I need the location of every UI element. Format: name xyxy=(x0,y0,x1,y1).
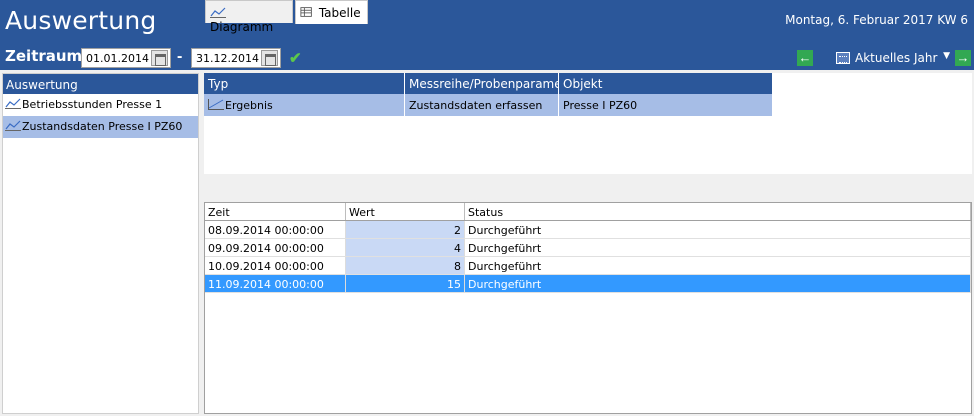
column-header-messreihe[interactable]: Messreihe/Probenparame... xyxy=(405,73,559,94)
cell-status: Durchgeführt xyxy=(465,221,971,238)
cell-wert: 2 xyxy=(346,221,465,238)
sidebar-item-zustandsdaten[interactable]: Zustandsdaten Presse I PZ60 xyxy=(3,116,198,138)
column-header-status[interactable]: Status xyxy=(465,203,971,220)
header-bar: Auswertung Montag, 6. Februar 2017 KW 6 … xyxy=(0,0,974,70)
cell-status: Durchgeführt xyxy=(465,239,971,256)
grid-cell-messreihe: Zustandsdaten erfassen xyxy=(405,94,559,116)
sidebar-item-betriebsstunden[interactable]: Betriebsstunden Presse 1 xyxy=(3,94,198,116)
table-row[interactable]: 08.09.2014 00:00:00 2 Durchgeführt xyxy=(205,221,971,239)
zeitraum-label: Zeitraum xyxy=(5,47,83,65)
cell-wert: 15 xyxy=(346,275,465,292)
sidebar: Auswertung Betriebsstunden Presse 1 Zust… xyxy=(2,73,199,414)
column-header-objekt[interactable]: Objekt xyxy=(559,73,773,94)
date-to-value: 31.12.2014 xyxy=(196,52,259,65)
tab-tabelle[interactable]: Tabelle xyxy=(295,0,368,24)
checkmark-icon[interactable]: ✔ xyxy=(289,49,302,67)
chevron-down-icon: ▼ xyxy=(943,51,950,61)
table-row[interactable]: 10.09.2014 00:00:00 8 Durchgeführt xyxy=(205,257,971,275)
column-header-typ[interactable]: Typ xyxy=(204,73,405,94)
sidebar-header: Auswertung xyxy=(3,74,198,94)
line-chart-icon xyxy=(208,99,224,110)
column-header-zeit[interactable]: Zeit xyxy=(205,203,346,220)
line-chart-icon xyxy=(5,98,21,109)
cell-wert: 4 xyxy=(346,239,465,256)
cell-status: Durchgeführt xyxy=(465,275,971,292)
period-select[interactable]: Aktuelles Jahr ▼ xyxy=(834,50,950,67)
typ-value: Ergebnis xyxy=(225,99,273,112)
tab-label: Diagramm xyxy=(210,20,274,34)
page-title: Auswertung xyxy=(5,6,157,35)
line-chart-icon xyxy=(210,7,226,18)
sidebar-item-label: Betriebsstunden Presse 1 xyxy=(22,98,163,111)
date-separator: - xyxy=(177,48,183,65)
column-header-wert[interactable]: Wert xyxy=(346,203,465,220)
evaluation-grid: Typ Messreihe/Probenparame... Objekt Erg… xyxy=(204,73,773,116)
calendar-icon xyxy=(836,52,850,64)
table-icon xyxy=(300,7,312,17)
cell-zeit: 11.09.2014 00:00:00 xyxy=(205,275,346,292)
calendar-icon[interactable] xyxy=(151,50,168,66)
period-select-value: Aktuelles Jahr xyxy=(855,51,938,65)
grid-header: Typ Messreihe/Probenparame... Objekt xyxy=(204,73,773,94)
date-to-field[interactable]: 31.12.2014 xyxy=(191,48,281,68)
tab-label: Tabelle xyxy=(318,6,361,20)
grid-cell-typ: Ergebnis xyxy=(204,94,405,116)
values-table: Zeit Wert Status 08.09.2014 00:00:00 2 D… xyxy=(204,202,972,414)
cell-zeit: 09.09.2014 00:00:00 xyxy=(205,239,346,256)
sidebar-item-label: Zustandsdaten Presse I PZ60 xyxy=(22,120,183,133)
cell-zeit: 10.09.2014 00:00:00 xyxy=(205,257,346,274)
cell-zeit: 08.09.2014 00:00:00 xyxy=(205,221,346,238)
cell-wert: 8 xyxy=(346,257,465,274)
table-row-selected[interactable]: 11.09.2014 00:00:00 15 Durchgeführt xyxy=(205,275,971,293)
tab-diagramm[interactable]: Diagramm xyxy=(205,0,293,34)
date-from-value: 01.01.2014 xyxy=(86,52,149,65)
date-from-field[interactable]: 01.01.2014 xyxy=(81,48,171,68)
calendar-icon[interactable] xyxy=(261,50,278,66)
arrow-left-icon[interactable]: ← xyxy=(797,50,813,66)
table-row[interactable]: Ergebnis Zustandsdaten erfassen Presse I… xyxy=(204,94,773,116)
line-chart-icon xyxy=(5,120,21,131)
table-row[interactable]: 09.09.2014 00:00:00 4 Durchgeführt xyxy=(205,239,971,257)
table-header: Zeit Wert Status xyxy=(205,203,971,221)
grid-cell-objekt: Presse I PZ60 xyxy=(559,94,773,116)
evaluation-details-panel: Typ Messreihe/Probenparame... Objekt Erg… xyxy=(204,73,972,174)
current-date: Montag, 6. Februar 2017 KW 6 xyxy=(785,13,968,27)
cell-status: Durchgeführt xyxy=(465,257,971,274)
arrow-right-icon[interactable]: → xyxy=(955,50,971,66)
